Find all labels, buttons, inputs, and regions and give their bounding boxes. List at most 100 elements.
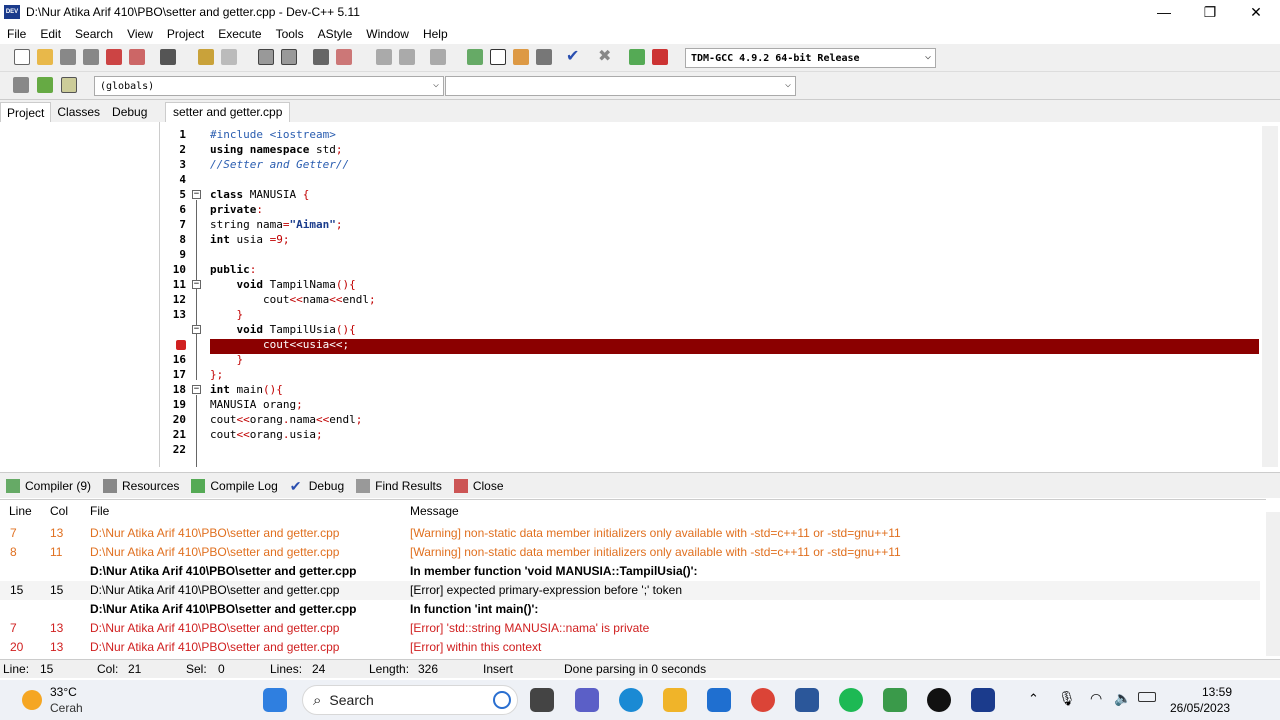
fold-toggle-icon[interactable]: − [192, 325, 201, 334]
tab-resources[interactable]: Resources [97, 474, 185, 498]
menu-search[interactable]: Search [68, 27, 120, 41]
battery-icon[interactable] [1138, 692, 1156, 702]
start-windows-icon[interactable] [263, 688, 287, 712]
mail-icon[interactable] [707, 688, 731, 712]
tab-debug-output[interactable]: ✔ Debug [284, 474, 350, 498]
message-row[interactable]: D:\Nur Atika Arif 410\PBO\setter and get… [0, 600, 1260, 619]
fold-guide [196, 395, 197, 467]
menu-astyle[interactable]: AStyle [311, 27, 360, 41]
rebuild-icon[interactable] [536, 49, 552, 65]
menu-project[interactable]: Project [160, 27, 211, 41]
message-line: 7 [10, 526, 17, 540]
tab-classes[interactable]: Classes [51, 102, 106, 122]
spotify-icon[interactable] [839, 688, 863, 712]
tiktok-icon[interactable] [927, 688, 951, 712]
delete-profile-icon[interactable] [652, 49, 668, 65]
message-row[interactable]: 8 11 D:\Nur Atika Arif 410\PBO\setter an… [0, 543, 1260, 562]
fold-toggle-icon[interactable]: − [192, 385, 201, 394]
weather-sun-icon[interactable] [22, 690, 42, 710]
toggle-bookmark-icon[interactable] [430, 49, 446, 65]
editor-scrollbar[interactable] [1262, 126, 1278, 467]
message-row-selected[interactable]: 15 15 D:\Nur Atika Arif 410\PBO\setter a… [0, 581, 1260, 600]
column-header-line[interactable]: Line [9, 504, 32, 518]
toggle-icon[interactable] [37, 77, 53, 93]
redo-icon[interactable] [221, 49, 237, 65]
devcpp-taskbar-icon[interactable] [971, 688, 995, 712]
print-icon[interactable] [160, 49, 176, 65]
fold-toggle-icon[interactable]: − [192, 190, 201, 199]
message-row[interactable]: 7 13 D:\Nur Atika Arif 410\PBO\setter an… [0, 524, 1260, 543]
message-text: In function 'int main()': [410, 602, 539, 616]
open-file-icon[interactable] [37, 49, 53, 65]
chrome-icon[interactable] [751, 688, 775, 712]
maximize-button[interactable]: ❐ [1187, 0, 1233, 24]
code-line: int usia =9; [210, 233, 290, 246]
edge-browser-icon[interactable] [619, 688, 643, 712]
column-header-message[interactable]: Message [410, 504, 459, 518]
menu-help[interactable]: Help [416, 27, 455, 41]
menu-edit[interactable]: Edit [33, 27, 68, 41]
volume-icon[interactable]: 🔈 [1114, 690, 1131, 707]
stop-execution-icon[interactable]: ✖ [598, 49, 614, 65]
message-row[interactable]: 7 13 D:\Nur Atika Arif 410\PBO\setter an… [0, 619, 1260, 638]
goto-forward-icon[interactable] [399, 49, 415, 65]
column-header-col[interactable]: Col [50, 504, 68, 518]
save-icon[interactable] [60, 49, 76, 65]
undo-icon[interactable] [198, 49, 214, 65]
menu-tools[interactable]: Tools [269, 27, 311, 41]
weather-condition[interactable]: Cerah [50, 701, 83, 715]
indent-icon[interactable] [313, 49, 329, 65]
clock-time[interactable]: 13:59 [1202, 685, 1232, 699]
compile-icon[interactable] [467, 49, 483, 65]
tab-compile-log[interactable]: Compile Log [185, 474, 283, 498]
weather-temp[interactable]: 33°C [50, 685, 77, 699]
editor-tab-file[interactable]: setter and getter.cpp [165, 102, 291, 122]
save-all-icon[interactable] [83, 49, 99, 65]
file-explorer-icon[interactable] [663, 688, 687, 712]
error-marker-icon [176, 340, 186, 350]
close-window-button[interactable]: ✕ [1233, 0, 1279, 24]
tab-find-results[interactable]: Find Results [350, 474, 448, 498]
goto-icon[interactable] [61, 77, 77, 93]
taskbar-search[interactable]: ⌕ Search [302, 685, 518, 715]
menu-view[interactable]: View [120, 27, 160, 41]
compiler-select[interactable]: TDM-GCC 4.9.2 64-bit Release ⌵ [685, 48, 936, 68]
tab-close[interactable]: Close [448, 474, 510, 498]
apps-grid-icon[interactable] [883, 688, 907, 712]
menu-file[interactable]: File [0, 27, 33, 41]
find-icon[interactable] [258, 49, 274, 65]
close-all-icon[interactable] [129, 49, 145, 65]
task-view-icon[interactable] [530, 688, 554, 712]
menu-execute[interactable]: Execute [211, 27, 268, 41]
code-editor[interactable]: #include <iostream> using namespace std;… [210, 126, 1260, 467]
wifi-icon[interactable]: ◠ [1090, 690, 1102, 707]
insert-icon[interactable] [13, 77, 29, 93]
scope-select[interactable]: (globals) ⌵ [94, 76, 444, 96]
tab-debug[interactable]: Debug [106, 102, 153, 122]
replace-icon[interactable] [281, 49, 297, 65]
run-icon[interactable] [490, 49, 506, 65]
message-row[interactable]: D:\Nur Atika Arif 410\PBO\setter and get… [0, 562, 1260, 581]
chevron-up-icon[interactable]: ⌃ [1028, 691, 1039, 707]
minimize-button[interactable]: — [1141, 0, 1187, 24]
menu-window[interactable]: Window [359, 27, 416, 41]
goto-back-icon[interactable] [376, 49, 392, 65]
compile-run-icon[interactable] [513, 49, 529, 65]
message-row[interactable]: 20 13 D:\Nur Atika Arif 410\PBO\setter a… [0, 638, 1260, 656]
clock-date[interactable]: 26/05/2023 [1170, 701, 1230, 715]
microphone-icon[interactable]: 🎙 [1058, 690, 1076, 707]
fold-toggle-icon[interactable]: − [192, 280, 201, 289]
profile-icon[interactable] [629, 49, 645, 65]
tab-project[interactable]: Project [0, 102, 52, 122]
messages-scrollbar[interactable] [1266, 512, 1280, 656]
new-file-icon[interactable] [14, 49, 30, 65]
unindent-icon[interactable] [336, 49, 352, 65]
column-header-file[interactable]: File [90, 504, 109, 518]
teams-chat-icon[interactable] [575, 688, 599, 712]
member-select[interactable]: ⌵ [445, 76, 796, 96]
code-line-error: cout<<usia<<; [210, 338, 350, 351]
word-icon[interactable] [795, 688, 819, 712]
close-file-icon[interactable] [106, 49, 122, 65]
tab-compiler[interactable]: Compiler (9) [0, 474, 97, 498]
check-syntax-icon[interactable]: ✔ [566, 49, 582, 65]
